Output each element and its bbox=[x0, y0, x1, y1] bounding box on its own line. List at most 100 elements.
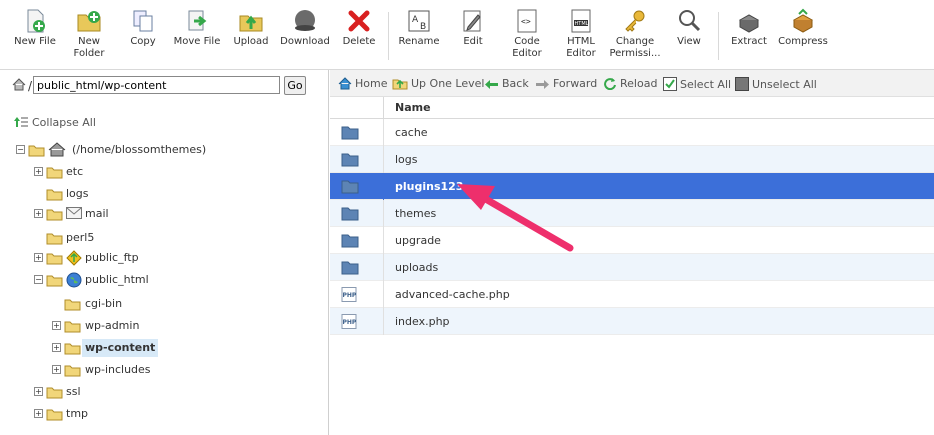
file-row-index[interactable]: PHP index.php bbox=[330, 308, 934, 335]
arrow-left-icon bbox=[485, 80, 498, 89]
select-all-button[interactable]: Select All bbox=[663, 77, 731, 91]
expand-toggle-icon[interactable]: + bbox=[34, 409, 43, 418]
checkbox-empty-icon bbox=[735, 77, 749, 91]
php-file-icon: PHP bbox=[341, 287, 357, 302]
new-folder-button[interactable]: New Folder bbox=[60, 8, 118, 60]
upload-button[interactable]: Upload bbox=[222, 8, 280, 48]
file-list: Name cache logs plugins123 themes upgrad… bbox=[330, 97, 934, 435]
home-icon bbox=[48, 142, 66, 157]
expand-toggle-icon[interactable]: + bbox=[34, 387, 43, 396]
file-name: advanced-cache.php bbox=[395, 288, 510, 301]
folder-icon bbox=[341, 234, 359, 248]
expand-toggle-icon[interactable]: + bbox=[34, 167, 43, 176]
svg-text:B: B bbox=[420, 22, 426, 32]
magnifier-icon bbox=[679, 10, 701, 32]
folder-icon bbox=[46, 233, 63, 245]
expand-toggle-icon[interactable]: + bbox=[34, 253, 43, 262]
file-row-plugins123[interactable]: plugins123 bbox=[330, 173, 934, 200]
delete-icon bbox=[348, 10, 370, 32]
new-file-button[interactable]: New File bbox=[6, 8, 64, 48]
download-icon bbox=[295, 10, 315, 31]
row-icon-cell bbox=[330, 254, 384, 281]
file-navigation-bar: Home Up One Level Back Forward Reload Se… bbox=[330, 70, 934, 97]
up-one-level-button[interactable]: Up One Level bbox=[392, 77, 484, 90]
folder-up-icon bbox=[392, 79, 408, 90]
svg-text:A: A bbox=[412, 15, 419, 25]
home-nav-label: Home bbox=[355, 77, 388, 90]
svg-text:PHP: PHP bbox=[343, 319, 357, 326]
row-icon-cell bbox=[330, 119, 384, 146]
folder-icon bbox=[341, 207, 359, 221]
icon-column-header bbox=[330, 97, 384, 119]
code-editor-label: Code Editor bbox=[512, 36, 542, 59]
tree-item-label: wp-content bbox=[82, 339, 159, 357]
reload-button[interactable]: Reload bbox=[603, 77, 657, 90]
tree-item-label: public_html bbox=[85, 273, 149, 286]
toolbar-divider bbox=[388, 12, 389, 60]
rename-button[interactable]: AB Rename bbox=[390, 8, 448, 48]
copy-button[interactable]: Copy bbox=[114, 8, 172, 48]
file-row-upgrade[interactable]: upgrade bbox=[330, 227, 934, 254]
home-nav-button[interactable]: Home bbox=[338, 77, 387, 90]
file-row-cache[interactable]: cache bbox=[330, 119, 934, 146]
folder-icon bbox=[46, 253, 63, 265]
collapse-toggle-icon[interactable]: − bbox=[16, 145, 25, 154]
go-button[interactable]: Go bbox=[284, 76, 306, 95]
name-column-header[interactable]: Name bbox=[395, 101, 431, 114]
collapse-toggle-icon[interactable]: − bbox=[34, 275, 43, 284]
expand-toggle-icon[interactable]: + bbox=[52, 343, 61, 352]
download-button[interactable]: Download bbox=[276, 8, 334, 48]
edit-button[interactable]: Edit bbox=[444, 8, 502, 48]
svg-text:<>: <> bbox=[521, 17, 531, 26]
unselect-all-label: Unselect All bbox=[752, 78, 817, 91]
change-permissions-button[interactable]: Change Permissi... bbox=[606, 8, 664, 60]
annotation-arrow-icon bbox=[457, 184, 574, 252]
row-icon-cell: PHP bbox=[330, 308, 384, 335]
path-input[interactable] bbox=[33, 76, 280, 94]
compress-icon bbox=[792, 8, 814, 33]
tree-item-label: mail bbox=[85, 207, 109, 220]
delete-button[interactable]: Delete bbox=[330, 8, 388, 48]
view-button[interactable]: View bbox=[660, 8, 718, 48]
collapse-all-link[interactable]: Collapse All bbox=[14, 116, 96, 129]
home-icon[interactable] bbox=[12, 78, 26, 91]
php-file-icon: PHP bbox=[341, 314, 357, 329]
forward-button[interactable]: Forward bbox=[535, 77, 597, 90]
file-name: themes bbox=[395, 207, 437, 220]
html-editor-button[interactable]: HTML HTML Editor bbox=[552, 8, 610, 60]
forward-label: Forward bbox=[553, 77, 598, 90]
file-row-themes[interactable]: themes bbox=[330, 200, 934, 227]
expand-toggle-icon[interactable]: + bbox=[52, 321, 61, 330]
new-file-label: New File bbox=[14, 36, 56, 47]
compress-button[interactable]: Compress bbox=[774, 8, 832, 48]
row-icon-cell bbox=[330, 173, 384, 200]
extract-button[interactable]: Extract bbox=[720, 8, 778, 48]
expand-toggle-icon[interactable]: + bbox=[52, 365, 61, 374]
home-icon bbox=[338, 77, 352, 90]
folder-icon bbox=[341, 180, 359, 194]
collapse-all-label: Collapse All bbox=[32, 116, 96, 129]
row-icon-cell bbox=[330, 146, 384, 173]
file-row-advanced-cache[interactable]: PHP advanced-cache.php bbox=[330, 281, 934, 308]
key-icon bbox=[625, 10, 645, 32]
unselect-all-button[interactable]: Unselect All bbox=[735, 77, 817, 91]
file-row-uploads[interactable]: uploads bbox=[330, 254, 934, 281]
file-name: index.php bbox=[395, 315, 450, 328]
new-folder-icon bbox=[77, 11, 101, 32]
code-editor-button[interactable]: <> Code Editor bbox=[498, 8, 556, 60]
rename-icon: AB bbox=[408, 10, 430, 32]
svg-text:HTML: HTML bbox=[575, 21, 589, 27]
folder-icon bbox=[64, 321, 81, 333]
move-file-button[interactable]: Move File bbox=[168, 8, 226, 48]
row-icon-cell bbox=[330, 227, 384, 254]
open-folder-icon bbox=[28, 145, 45, 157]
folder-icon bbox=[46, 387, 63, 399]
tree-item-label: tmp bbox=[66, 407, 89, 420]
tree-item-label: public_ftp bbox=[85, 251, 139, 264]
file-list-header: Name bbox=[330, 97, 934, 119]
back-button[interactable]: Back bbox=[484, 77, 529, 90]
new-folder-label: New Folder bbox=[73, 36, 105, 59]
file-row-logs[interactable]: logs bbox=[330, 146, 934, 173]
expand-toggle-icon[interactable]: + bbox=[34, 209, 43, 218]
compress-label: Compress bbox=[778, 36, 828, 47]
